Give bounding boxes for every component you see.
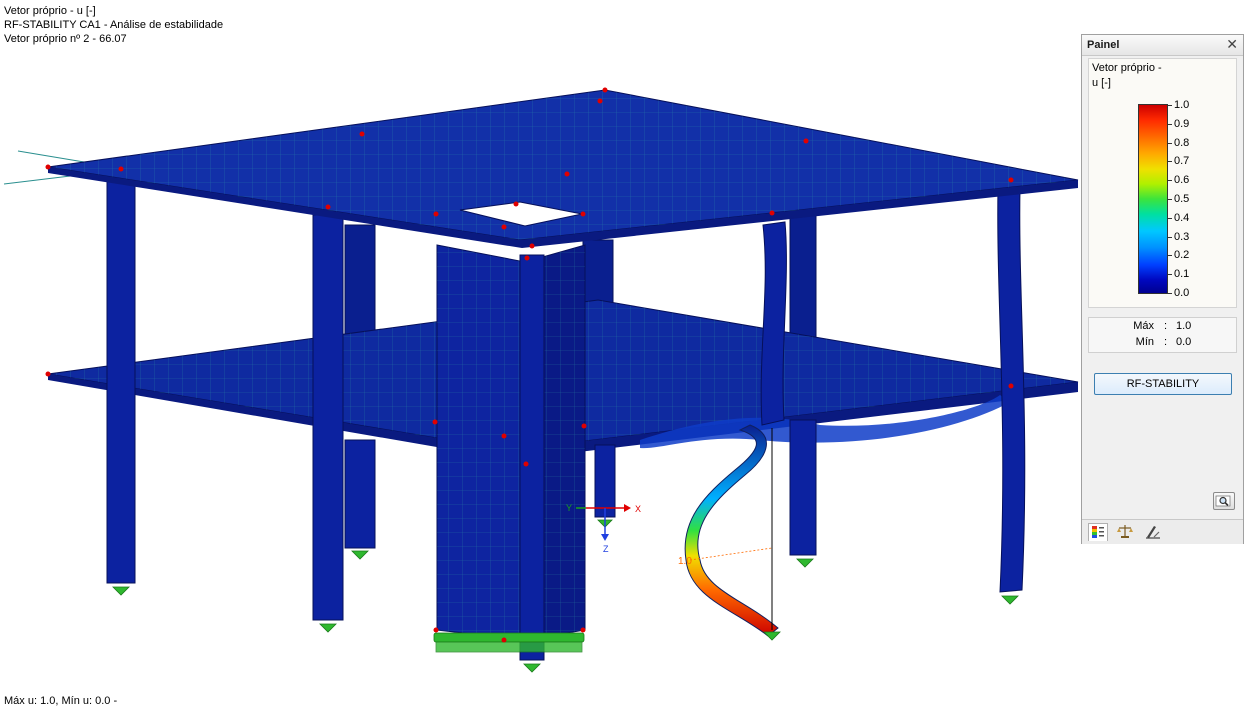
axis-y-label: Y xyxy=(566,503,572,513)
analysis-case: RF-STABILITY CA1 - Análise de estabilida… xyxy=(4,19,224,31)
min-max-box: Máx : 1.0 Mín : 0.0 xyxy=(1088,317,1237,353)
panel-header: Painel ✕ xyxy=(1082,35,1243,56)
min-value: 0.0 xyxy=(1176,336,1192,348)
result-type: Vetor próprio - u [-] xyxy=(4,5,96,17)
member-value-label: 1.0 xyxy=(678,556,692,567)
result-info: Vetor próprio - u [-] RF-STABILITY CA1 -… xyxy=(4,4,223,46)
control-panel: Painel ✕ Vetor próprio - u [-] 1.0 0.9 0.8… xyxy=(1081,34,1244,544)
legend-tick xyxy=(1168,274,1172,276)
legend-tick-label: 0.2 xyxy=(1174,249,1190,262)
max-label: Máx xyxy=(1133,320,1154,332)
panel-tabs xyxy=(1082,519,1243,544)
max-colon: : xyxy=(1164,320,1168,332)
legend-tick-label: 0.3 xyxy=(1174,230,1190,243)
magnifier-icon[interactable] xyxy=(1213,492,1235,510)
legend-tick xyxy=(1168,255,1172,257)
drawing-tools-icon[interactable] xyxy=(1144,523,1164,541)
legend-tick-label: 0.5 xyxy=(1174,193,1190,205)
legend-tick xyxy=(1168,123,1172,125)
min-colon: : xyxy=(1164,336,1168,348)
rf-stability-button[interactable]: RF-STABILITY xyxy=(1094,373,1232,395)
axis-x-label: X xyxy=(635,504,641,514)
upper-slab xyxy=(47,89,1079,248)
legend-tick-label: 0.7 xyxy=(1174,155,1190,168)
max-value: 1.0 xyxy=(1176,320,1192,332)
legend-tick xyxy=(1168,105,1172,106)
legend-title: Vetor próprio - xyxy=(1092,62,1162,74)
eigenvector-info: Vetor próprio nº 2 - 66.07 xyxy=(4,33,127,45)
legend-tick-label: 0.9 xyxy=(1174,117,1190,130)
legend-tick-label: 0.1 xyxy=(1174,268,1190,281)
color-legend: Vetor próprio - u [-] 1.0 0.9 0.8 0.7 0.6 0.5… xyxy=(1088,58,1237,308)
legend-tick-label: 0.0 xyxy=(1174,287,1190,299)
max-min-summary: Máx u: 1.0, Mín u: 0.0 - xyxy=(4,695,118,707)
min-row: Mín : 0.0 xyxy=(1089,336,1236,352)
color-scale-icon[interactable] xyxy=(1088,523,1108,541)
color-scale-bar[interactable] xyxy=(1138,104,1168,294)
legend-tick xyxy=(1168,161,1172,163)
min-label: Mín xyxy=(1135,336,1154,348)
legend-unit: u [-] xyxy=(1092,77,1111,89)
max-row: Máx : 1.0 xyxy=(1089,320,1236,336)
legend-tick-label: 0.4 xyxy=(1174,211,1190,224)
balance-icon[interactable] xyxy=(1116,523,1136,541)
buckled-member: 1.0 xyxy=(678,424,779,637)
panel-title: Painel xyxy=(1087,39,1120,51)
legend-tick-label: 0.8 xyxy=(1174,136,1190,149)
legend-tick xyxy=(1168,217,1172,219)
legend-tick xyxy=(1168,293,1172,294)
legend-tick-label: 1.0 xyxy=(1174,99,1190,111)
legend-tick xyxy=(1168,236,1172,238)
legend-tick xyxy=(1168,142,1172,144)
core-wall xyxy=(436,244,586,641)
model-viewport[interactable]: 1.0 X Y Z xyxy=(0,0,1253,714)
close-icon[interactable]: ✕ xyxy=(1226,37,1238,51)
legend-tick xyxy=(1168,199,1172,200)
legend-tick xyxy=(1168,180,1172,182)
legend-tick-label: 0.6 xyxy=(1174,174,1190,187)
axis-z-label: Z xyxy=(603,544,609,554)
